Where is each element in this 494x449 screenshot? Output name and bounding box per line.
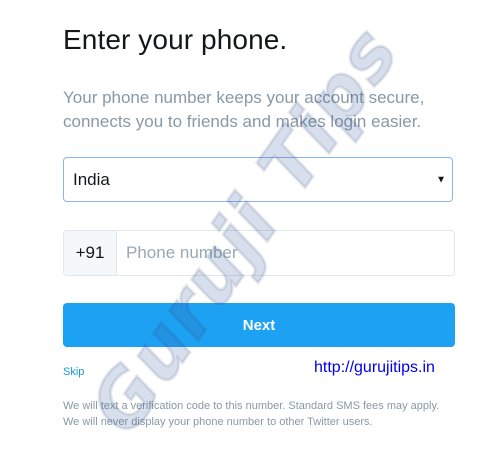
country-code-prefix: +91 [64, 231, 117, 275]
page-title: Enter your phone. [63, 24, 288, 55]
page-subtitle: Your phone number keeps your account sec… [63, 88, 425, 131]
next-button[interactable]: Next [63, 303, 455, 347]
sms-disclaimer: We will text a verification code to this… [63, 400, 440, 428]
site-url-watermark: http://gurujitips.in [314, 359, 435, 376]
dropdown-caret-icon: ▼ [436, 174, 446, 185]
phone-number-input[interactable] [117, 231, 454, 275]
skip-link[interactable]: Skip [63, 366, 84, 378]
phone-number-group: +91 [63, 230, 455, 276]
country-select[interactable]: India ▼ [63, 157, 453, 202]
country-select-value: India [73, 169, 110, 189]
